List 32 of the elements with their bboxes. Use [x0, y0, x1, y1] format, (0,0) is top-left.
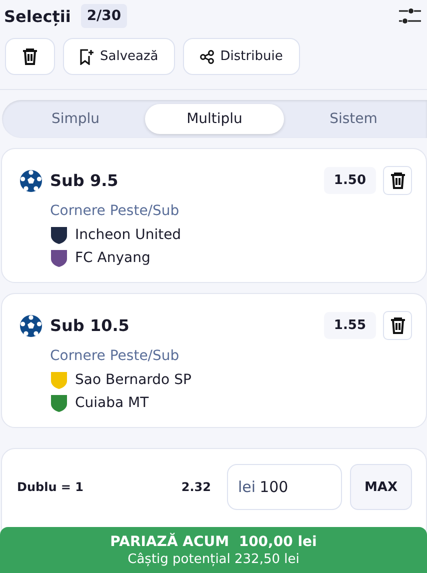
bet-combination-label: Dublu = 1: [17, 480, 85, 494]
settings-sliders-icon[interactable]: [399, 6, 421, 26]
remove-selection-button[interactable]: [383, 166, 412, 195]
team-name: Incheon United: [75, 227, 182, 243]
share-icon: [200, 50, 214, 64]
trash-icon: [390, 172, 406, 189]
soccer-ball-icon: [19, 314, 43, 338]
trash-icon: [22, 48, 38, 65]
market-name: Cornere Peste/Sub: [50, 348, 180, 364]
delete-button[interactable]: [5, 38, 55, 75]
selection-pick: Sub 9.5: [50, 171, 120, 190]
odds-value: 1.50: [324, 167, 376, 194]
bookmark-plus-icon: [80, 48, 94, 64]
team-name: FC Anyang: [75, 250, 150, 266]
bet-type-tab[interactable]: Multiplu: [145, 104, 284, 134]
soccer-ball-icon: [19, 168, 43, 192]
team-name: Sao Bernardo SP: [75, 372, 192, 388]
max-stake-button[interactable]: MAX: [350, 464, 412, 510]
save-button[interactable]: Salvează: [63, 38, 176, 75]
selection-pick: Sub 10.5: [50, 316, 130, 335]
currency-label: lei: [238, 478, 256, 496]
market-name: Cornere Peste/Sub: [50, 203, 180, 219]
total-odds: 2.32: [181, 480, 211, 494]
remove-selection-button[interactable]: [383, 311, 412, 340]
bet-type-tab[interactable]: Sistem: [284, 104, 423, 134]
selection-count: 2/30: [80, 4, 128, 28]
trash-icon: [390, 317, 406, 334]
panel-title: Selecții: [4, 6, 71, 26]
odds-value: 1.55: [324, 312, 376, 339]
share-button[interactable]: Distribuie: [183, 38, 300, 75]
bet-type-tab[interactable]: Simplu: [6, 104, 145, 134]
team-name: Cuiaba MT: [75, 395, 149, 411]
